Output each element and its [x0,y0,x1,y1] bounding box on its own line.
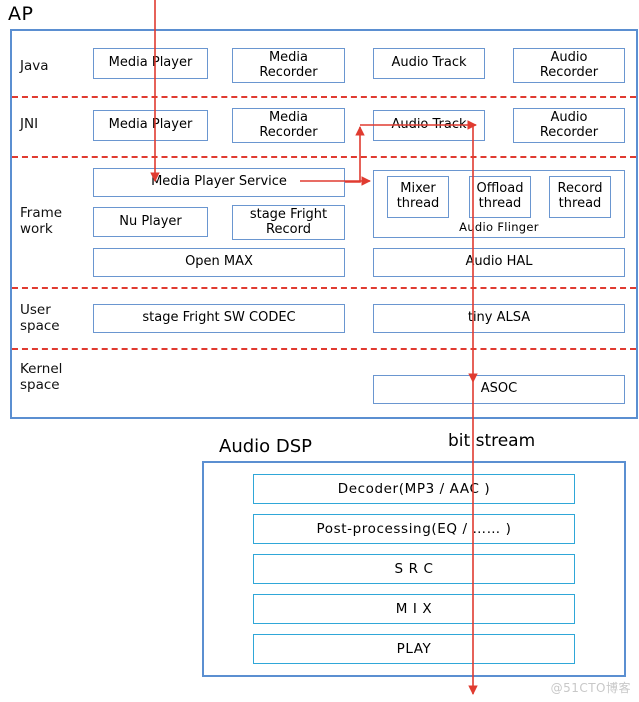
layer-label-kernel-space: Kernel space [20,361,63,393]
dsp-decoder-box[interactable]: Decoder(MP3 / AAC ) [253,474,575,504]
diagram-canvas: AP Audio DSP bit stream Java JNI Frame w… [0,0,639,702]
media-player-service-box[interactable]: Media Player Service [93,168,345,197]
dsp-src-box[interactable]: S R C [253,554,575,584]
layer-label-java: Java [20,58,49,74]
jni-media-player-box[interactable]: Media Player [93,110,208,141]
audio-dsp-title: Audio DSP [219,436,313,457]
ap-title: AP [8,3,34,25]
stage-fright-record-box[interactable]: stage Fright Record [232,205,345,240]
divider-jni-framework [12,156,636,158]
divider-java-jni [12,96,636,98]
audio-flinger-label: Audio Flinger [459,220,539,234]
watermark: @51CTO博客 [550,681,631,695]
offload-thread-box[interactable]: Offload thread [469,176,531,218]
jni-audio-recorder-box[interactable]: Audio Recorder [513,108,625,143]
java-media-player-box[interactable]: Media Player [93,48,208,79]
divider-framework-user [12,287,636,289]
jni-media-recorder-box[interactable]: Media Recorder [232,108,345,143]
layer-label-user-space: User space [20,302,60,334]
stage-fright-sw-codec-box[interactable]: stage Fright SW CODEC [93,304,345,333]
layer-label-framework: Frame work [20,205,63,237]
record-thread-box[interactable]: Record thread [549,176,611,218]
jni-audio-track-box[interactable]: Audio Track [373,110,485,141]
layer-label-jni: JNI [20,116,39,132]
nu-player-box[interactable]: Nu Player [93,207,208,237]
dsp-mix-box[interactable]: M I X [253,594,575,624]
asoc-box[interactable]: ASOC [373,375,625,404]
bit-stream-label: bit stream [448,431,536,451]
tiny-alsa-box[interactable]: tiny ALSA [373,304,625,333]
audio-hal-box[interactable]: Audio HAL [373,248,625,277]
dsp-post-processing-box[interactable]: Post-processing(EQ / …… ) [253,514,575,544]
divider-user-kernel [12,348,636,350]
java-media-recorder-box[interactable]: Media Recorder [232,48,345,83]
mixer-thread-box[interactable]: Mixer thread [387,176,449,218]
java-audio-track-box[interactable]: Audio Track [373,48,485,79]
dsp-play-box[interactable]: PLAY [253,634,575,664]
java-audio-recorder-box[interactable]: Audio Recorder [513,48,625,83]
open-max-box[interactable]: Open MAX [93,248,345,277]
